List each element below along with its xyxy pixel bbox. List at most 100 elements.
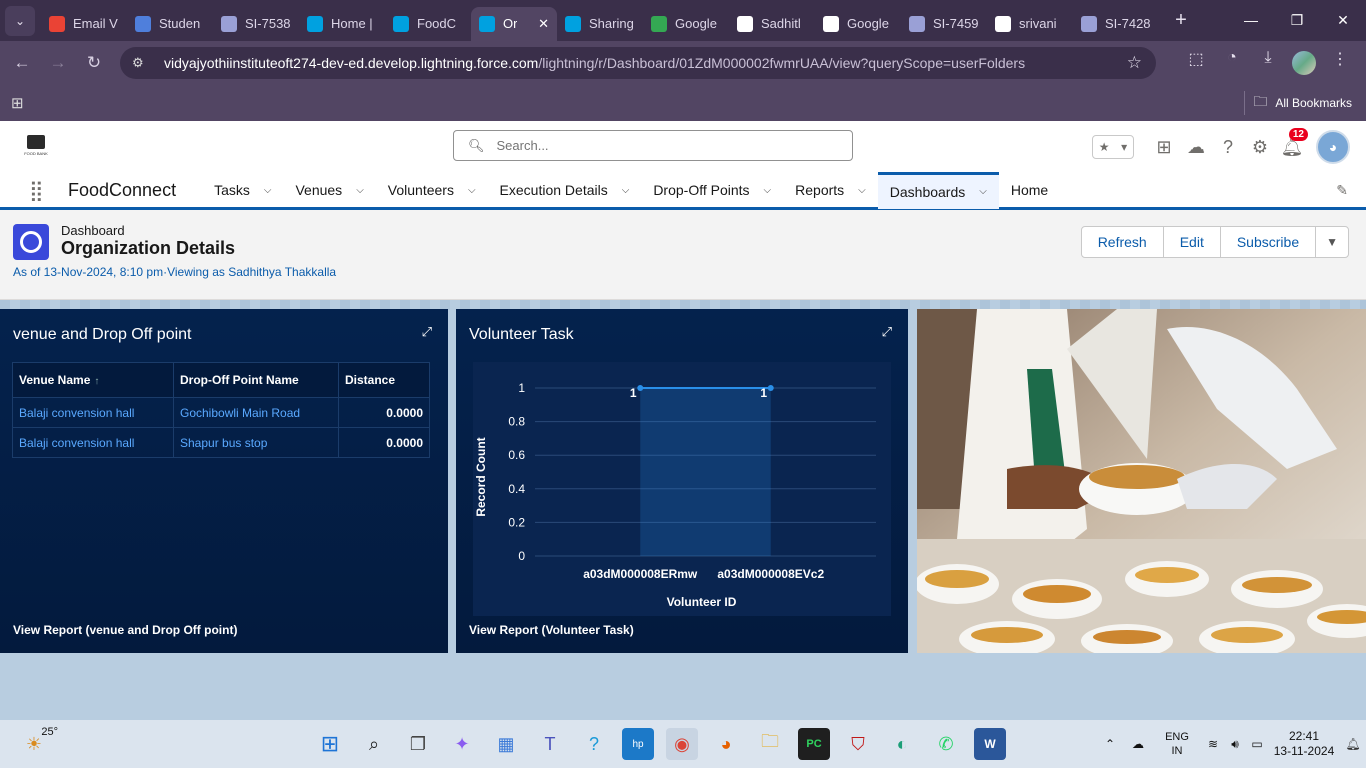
star-icon[interactable]: ★ xyxy=(1099,140,1110,154)
copilot-icon[interactable]: ✦ xyxy=(446,728,478,760)
volume-icon[interactable]: 🔊︎ xyxy=(1224,737,1246,752)
myhp-icon[interactable]: hp xyxy=(622,728,654,760)
performance-icon[interactable]: ◔ xyxy=(1214,49,1250,77)
org-logo[interactable]: FOOD BANK xyxy=(22,135,50,163)
chevron-down-icon[interactable]: ⌵ xyxy=(356,185,364,196)
favorites-button[interactable]: ★ ▾ xyxy=(1092,135,1134,159)
browser-tab[interactable]: Sharing xyxy=(557,7,643,41)
mcafee-icon[interactable]: ⛉ xyxy=(842,728,874,760)
nav-item-execution-details[interactable]: Execution Details ⌵ xyxy=(488,172,642,209)
edge-icon[interactable]: ◐ xyxy=(886,728,918,760)
language-indicator[interactable]: ENG IN xyxy=(1152,730,1202,758)
browser-tab[interactable]: Email V xyxy=(41,7,127,41)
nav-item-home[interactable]: Home xyxy=(999,172,1060,209)
clock[interactable]: 22:41 13-11-2024 xyxy=(1268,729,1340,759)
chevron-down-icon[interactable]: ⌵ xyxy=(979,186,987,197)
onedrive-icon[interactable]: ☁ xyxy=(1124,737,1152,751)
browser-tab[interactable]: Sadhitl xyxy=(729,7,815,41)
browser-tab[interactable]: SI-7538 xyxy=(213,7,299,41)
browser-tab[interactable]: srivani xyxy=(987,7,1073,41)
user-avatar[interactable]: ◕ xyxy=(1316,130,1350,164)
site-info-icon[interactable]: ⚙ xyxy=(132,55,152,71)
all-bookmarks-button[interactable]: 🗀 All Bookmarks xyxy=(1244,91,1352,115)
pycharm-icon[interactable]: PC xyxy=(798,728,830,760)
nav-item-venues[interactable]: Venues ⌵ xyxy=(283,172,375,209)
view-report-link[interactable]: View Report (Volunteer Task) xyxy=(469,623,634,637)
nav-item-reports[interactable]: Reports ⌵ xyxy=(783,172,878,209)
subscribe-button[interactable]: Subscribe xyxy=(1219,226,1317,258)
wifi-icon[interactable]: ≋ xyxy=(1202,737,1224,751)
close-tab-icon[interactable]: ✕ xyxy=(538,16,549,32)
browser-tab[interactable]: SI-7459 xyxy=(901,7,987,41)
app-launcher-icon[interactable]: ⣿ xyxy=(29,178,53,203)
browser-tab[interactable]: FoodC xyxy=(385,7,471,41)
nav-item-dashboards[interactable]: Dashboards ⌵ xyxy=(877,171,999,209)
column-header-dropoff[interactable]: Drop-Off Point Name xyxy=(173,362,339,398)
global-actions-icon[interactable]: ⊞ xyxy=(1148,137,1180,158)
forward-icon[interactable]: → xyxy=(40,53,76,73)
store-icon[interactable]: ▦ xyxy=(490,728,522,760)
refresh-button[interactable]: Refresh xyxy=(1080,226,1164,258)
chevron-down-icon[interactable]: ⌵ xyxy=(764,185,772,196)
close-window-icon[interactable]: ✕ xyxy=(1320,12,1366,29)
download-icon[interactable]: ⤓ xyxy=(1250,49,1286,77)
notification-center-icon[interactable]: 🔔︎ xyxy=(1340,737,1366,751)
venue-link[interactable]: Balaji convension hall xyxy=(12,397,174,428)
reload-icon[interactable]: ↻ xyxy=(76,53,112,73)
column-header-venue[interactable]: Venue Name ↑ xyxy=(12,362,174,398)
setup-gear-icon[interactable]: ⚙ xyxy=(1244,137,1276,158)
chevron-down-icon[interactable]: ▾ xyxy=(1121,140,1127,154)
browser-tab[interactable]: Google xyxy=(815,7,901,41)
browser-tab[interactable]: Google xyxy=(643,7,729,41)
chevron-up-icon[interactable]: ⌃ xyxy=(1096,737,1124,751)
nav-item-tasks[interactable]: Tasks ⌵ xyxy=(202,172,283,209)
nav-item-drop-off-points[interactable]: Drop-Off Points ⌵ xyxy=(641,172,783,209)
chrome-icon[interactable]: ◉ xyxy=(666,728,698,760)
column-header-distance[interactable]: Distance xyxy=(338,362,430,398)
edit-button[interactable]: Edit xyxy=(1162,226,1221,258)
venue-link[interactable]: Balaji convension hall xyxy=(12,427,174,458)
dropoff-link[interactable]: Shapur bus stop xyxy=(173,427,339,458)
help-app-icon[interactable]: ? xyxy=(578,728,610,760)
browser-tab[interactable]: Home | xyxy=(299,7,385,41)
chevron-down-icon[interactable]: ⌵ xyxy=(858,185,866,196)
tab-search-button[interactable]: ⌄ xyxy=(5,5,35,36)
expand-icon[interactable]: ⤢ xyxy=(882,324,892,340)
bookmark-star-icon[interactable]: ☆ xyxy=(1127,53,1142,73)
browser-tab[interactable]: Or ✕ xyxy=(471,6,557,41)
edit-nav-pencil-icon[interactable]: ✎ xyxy=(1336,182,1348,199)
notifications-bell-icon[interactable]: 🔔︎ 12 xyxy=(1276,127,1308,158)
windows-start-icon[interactable]: ⊞ xyxy=(314,728,346,760)
dropoff-link[interactable]: Gochibowli Main Road xyxy=(173,397,339,428)
battery-icon[interactable]: ▭ xyxy=(1246,737,1268,751)
firefox-icon[interactable]: ◕ xyxy=(710,728,742,760)
profile-avatar[interactable] xyxy=(1292,51,1316,75)
more-actions-chevron-icon[interactable]: ▼ xyxy=(1315,226,1349,258)
word-icon[interactable]: W xyxy=(974,728,1006,760)
chevron-down-icon[interactable]: ⌵ xyxy=(622,185,630,196)
search-icon[interactable]: ⌕ xyxy=(358,728,390,760)
chevron-down-icon[interactable]: ⌵ xyxy=(468,185,476,196)
file-explorer-icon[interactable]: 🗀 xyxy=(754,728,786,760)
teams-icon[interactable]: T xyxy=(534,728,566,760)
apps-grid-icon[interactable]: ⊞ xyxy=(11,94,24,112)
browser-tab[interactable]: SI-7428 xyxy=(1073,7,1159,41)
expand-icon[interactable]: ⤢ xyxy=(422,324,432,340)
extensions-icon[interactable]: ⬚ xyxy=(1178,49,1214,77)
browser-tab[interactable]: Studen xyxy=(127,7,213,41)
back-icon[interactable]: ← xyxy=(4,53,40,73)
new-tab-button[interactable]: + xyxy=(1167,9,1195,32)
weather-icon[interactable]: ☀ 25° xyxy=(18,726,58,760)
view-report-link[interactable]: View Report (venue and Drop Off point) xyxy=(13,623,237,637)
global-search-input[interactable]: 🔍︎ Search... xyxy=(453,130,853,161)
restore-icon[interactable]: ❐ xyxy=(1274,12,1320,29)
nav-item-volunteers[interactable]: Volunteers ⌵ xyxy=(376,172,488,209)
trailhead-icon[interactable]: ☁ xyxy=(1180,137,1212,158)
chevron-down-icon[interactable]: ⌵ xyxy=(264,185,272,196)
chrome-menu-icon[interactable]: ⋮ xyxy=(1322,49,1358,77)
minimize-icon[interactable]: — xyxy=(1228,12,1274,29)
task-view-icon[interactable]: ❐ xyxy=(402,728,434,760)
whatsapp-icon[interactable]: ✆ xyxy=(930,728,962,760)
help-icon[interactable]: ? xyxy=(1212,137,1244,158)
address-bar[interactable]: ⚙ vidyajyothiinstituteoft274-dev-ed.deve… xyxy=(120,47,1156,79)
